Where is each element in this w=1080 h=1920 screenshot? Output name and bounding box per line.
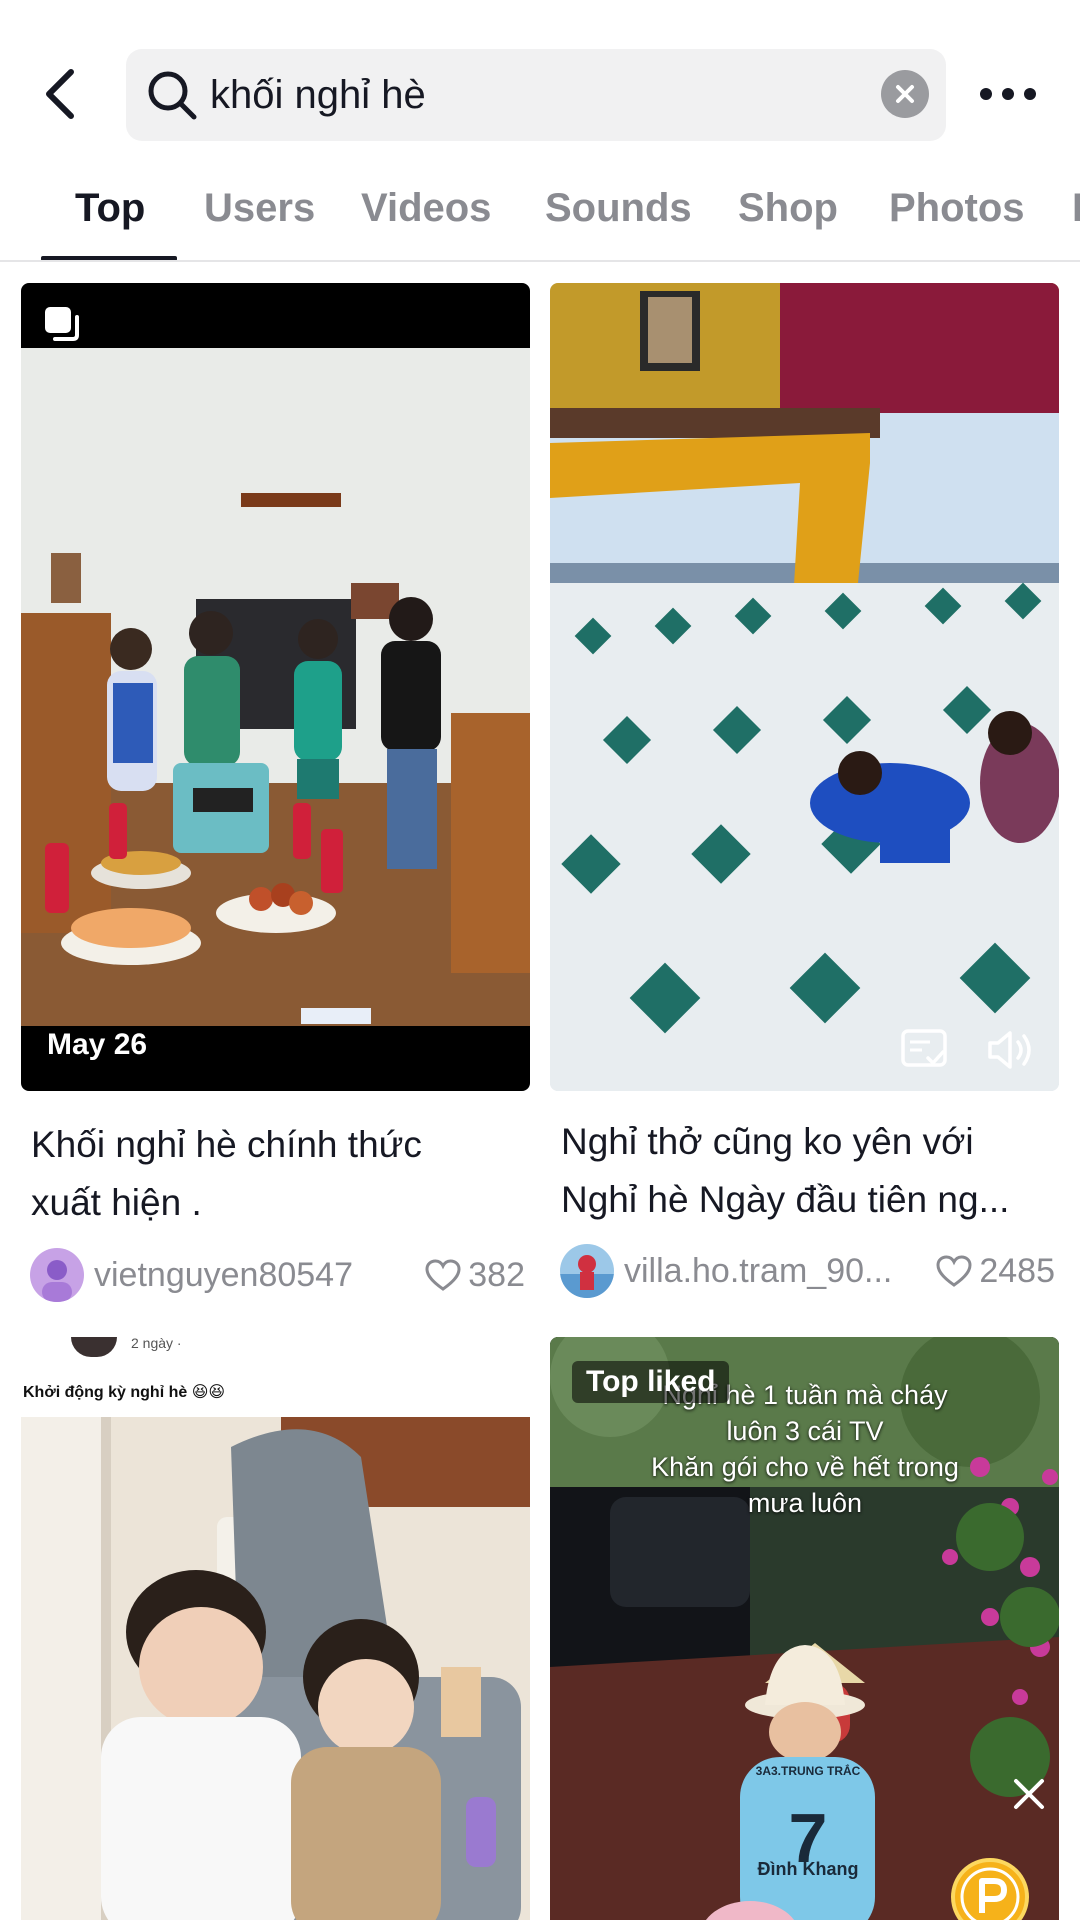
avatar[interactable] — [30, 1248, 84, 1302]
tab-shop[interactable]: Shop — [738, 186, 838, 231]
video-scene — [550, 283, 1059, 1091]
more-options-button[interactable] — [980, 74, 1036, 114]
tab-videos[interactable]: Videos — [361, 186, 491, 231]
dot-icon — [1024, 88, 1036, 100]
back-button[interactable] — [36, 62, 84, 126]
photo-scene — [21, 1417, 530, 1920]
heart-icon — [425, 1259, 461, 1291]
chevron-left-icon — [46, 69, 74, 119]
close-icon — [896, 85, 914, 103]
tab-photos[interactable]: Photos — [889, 186, 1025, 231]
heart-icon — [936, 1255, 972, 1287]
like-count: 2485 — [935, 1252, 1055, 1291]
result-card[interactable]: 3A3.TRUNG TRẮC 7 Đình Khang Nghỉ hè 1 tu… — [550, 1337, 1059, 1920]
multi-photo-icon — [45, 307, 79, 341]
like-count: 382 — [424, 1256, 525, 1295]
dot-icon — [980, 88, 992, 100]
author-username[interactable]: vietnguyen80547 — [94, 1256, 424, 1295]
top-liked-badge: Top liked — [572, 1361, 730, 1403]
search-input[interactable]: khối nghỉ hè — [126, 49, 946, 141]
caption-line: Nghỉ thở cũng ko yên với — [561, 1121, 974, 1162]
clear-search-button[interactable] — [881, 70, 929, 118]
tab-top[interactable]: Top — [75, 186, 145, 231]
active-tab-indicator — [41, 256, 177, 260]
close-icon[interactable] — [1012, 1777, 1046, 1811]
reward-coin-icon[interactable] — [950, 1857, 1030, 1920]
caption-line: Khối nghỉ hè chính thức — [31, 1124, 422, 1165]
author-username[interactable]: villa.ho.tram_90... — [624, 1252, 935, 1291]
photo-scene — [21, 348, 530, 1026]
dot-icon — [1002, 88, 1014, 100]
result-card[interactable]: Nghỉ thở cũng ko yên với Nghỉ hè Ngày đầ… — [550, 283, 1059, 1303]
video-caption: Nghỉ thở cũng ko yên với Nghỉ hè Ngày đầ… — [561, 1113, 1061, 1229]
author-row: vietnguyen80547 382 — [30, 1247, 539, 1303]
caption-line: xuất hiện . — [31, 1182, 202, 1223]
caption-line: Nghỉ hè Ngày đầu tiên ng... — [561, 1179, 1010, 1220]
avatar — [71, 1337, 117, 1357]
tab-sounds[interactable]: Sounds — [545, 186, 692, 231]
result-tabs: Top Users Videos Sounds Shop Photos L — [0, 172, 1080, 262]
thumbnail[interactable] — [550, 283, 1059, 1091]
shirt-text: 3A3.TRUNG TRẮC — [756, 1763, 861, 1778]
post-date: May 26 — [47, 1028, 148, 1061]
thumbnail[interactable]: 2 ngày · Khởi động kỳ nghỉ hè 😆😆 — [21, 1337, 530, 1920]
video-caption: Khối nghỉ hè chính thức xuất hiện . — [31, 1116, 531, 1232]
search-query[interactable]: khối nghỉ hè — [210, 49, 426, 141]
result-card[interactable]: 2 ngày · Khởi động kỳ nghỉ hè 😆😆 — [21, 1337, 530, 1920]
captions-icon — [901, 1029, 947, 1067]
tab-more[interactable]: L — [1072, 186, 1080, 231]
like-count-value: 382 — [468, 1255, 525, 1294]
post-time: 2 ngày · — [131, 1337, 182, 1351]
author-row: villa.ho.tram_90... 2485 — [560, 1243, 1069, 1299]
overlay-line: Khăn gói cho về hết trong — [651, 1452, 959, 1482]
thumbnail[interactable]: May 26 — [21, 283, 530, 1091]
avatar[interactable] — [560, 1244, 614, 1298]
tab-users[interactable]: Users — [204, 186, 315, 231]
search-header: khối nghỉ hè — [0, 0, 1080, 160]
search-icon — [148, 71, 197, 120]
overlay-line: mưa luôn — [747, 1488, 863, 1518]
volume-icon[interactable] — [986, 1028, 1036, 1072]
result-card[interactable]: May 26 Khối nghỉ hè chính thức xuất hiện… — [21, 283, 530, 1303]
overlay-line: luôn 3 cái TV — [726, 1416, 884, 1446]
post-text: Khởi động kỳ nghỉ hè 😆😆 — [23, 1384, 226, 1401]
like-count-value: 2485 — [979, 1251, 1055, 1290]
thumbnail[interactable]: 3A3.TRUNG TRẮC 7 Đình Khang Nghỉ hè 1 tu… — [550, 1337, 1059, 1920]
shirt-name: Đình Khang — [758, 1859, 859, 1879]
